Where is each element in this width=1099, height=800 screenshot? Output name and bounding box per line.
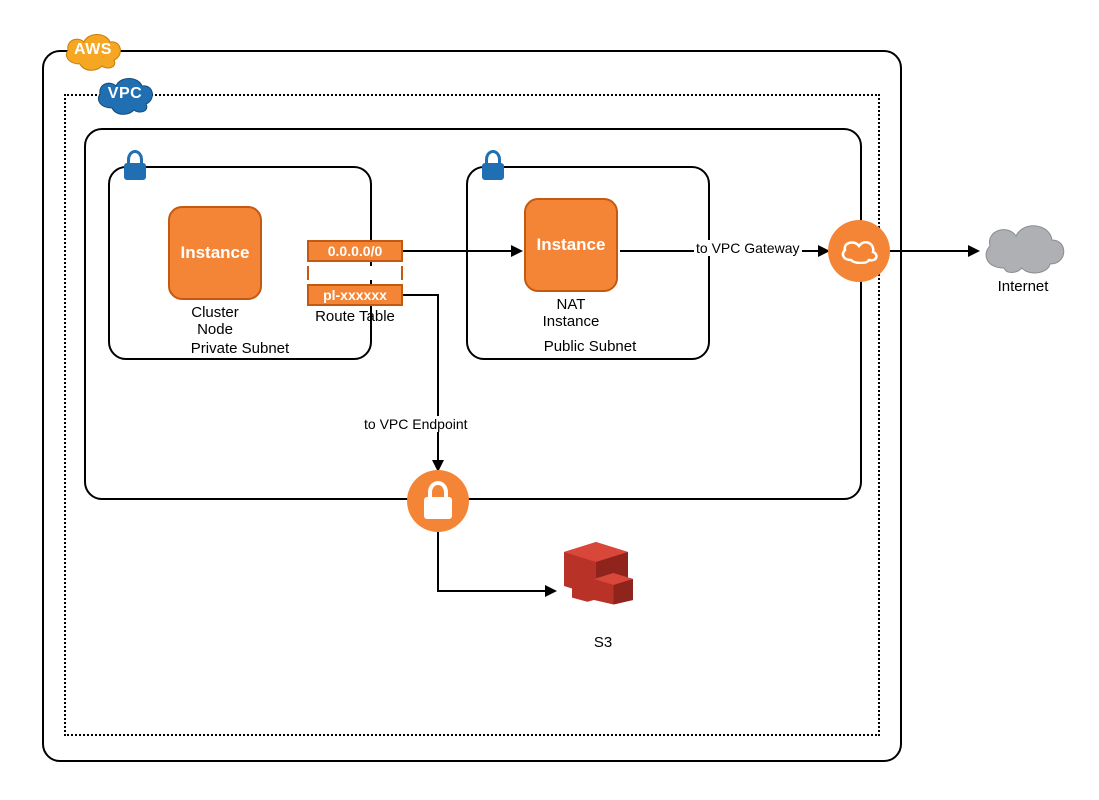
vpc-internet-gateway	[828, 220, 890, 282]
arrow-route-to-nat	[403, 250, 513, 252]
edge-label-to-gateway: to VPC Gateway	[694, 240, 802, 256]
cluster-node-caption: Cluster Node	[168, 304, 262, 339]
vpc-endpoint	[407, 470, 469, 532]
route-table-label: Route Table	[307, 308, 403, 325]
arrow-head-icon	[511, 245, 523, 257]
nat-instance: Instance	[524, 198, 618, 292]
private-subnet-label: Private Subnet	[150, 340, 330, 357]
internet-label: Internet	[978, 278, 1068, 295]
instance-tile-label: Instance	[181, 243, 250, 263]
public-subnet-label: Public Subnet	[510, 338, 670, 355]
lock-icon	[478, 150, 508, 180]
route-entry-prefixlist: pl-xxxxxx	[307, 284, 403, 306]
arrow-endpoint-to-s3-h	[437, 590, 547, 592]
lock-icon	[428, 481, 448, 497]
route-entry-default: 0.0.0.0/0	[307, 240, 403, 262]
aws-badge-label: AWS	[60, 28, 126, 72]
internet-cloud	[978, 218, 1068, 276]
lock-icon	[424, 497, 452, 519]
s3-label: S3	[558, 634, 648, 651]
vpc-badge-label: VPC	[92, 72, 158, 116]
route-entry-text: pl-xxxxxx	[323, 287, 387, 303]
instance-tile-label: Instance	[537, 235, 606, 255]
cloud-icon	[978, 218, 1068, 276]
aws-vpc-diagram: AWS VPC Instance Cluster Node Private Su…	[0, 0, 1099, 800]
cloud-icon	[839, 238, 879, 264]
route-table-spacer	[307, 266, 403, 280]
arrow-gateway-to-internet	[890, 250, 970, 252]
s3-service	[558, 536, 648, 631]
vpc-cloud-badge: VPC	[92, 72, 158, 116]
arrow-endpoint-to-s3-v	[437, 532, 439, 592]
cluster-node-instance: Instance	[168, 206, 262, 300]
arrow-head-icon	[545, 585, 557, 597]
arrow-route-to-endpoint-h	[403, 294, 439, 296]
arrow-route-to-endpoint-v	[437, 294, 439, 462]
edge-label-to-endpoint: to VPC Endpoint	[362, 416, 470, 432]
aws-cloud-badge: AWS	[60, 28, 126, 72]
s3-icon	[558, 536, 648, 631]
lock-icon	[120, 150, 150, 180]
route-entry-text: 0.0.0.0/0	[328, 243, 383, 259]
nat-instance-caption: NAT Instance	[524, 296, 618, 331]
